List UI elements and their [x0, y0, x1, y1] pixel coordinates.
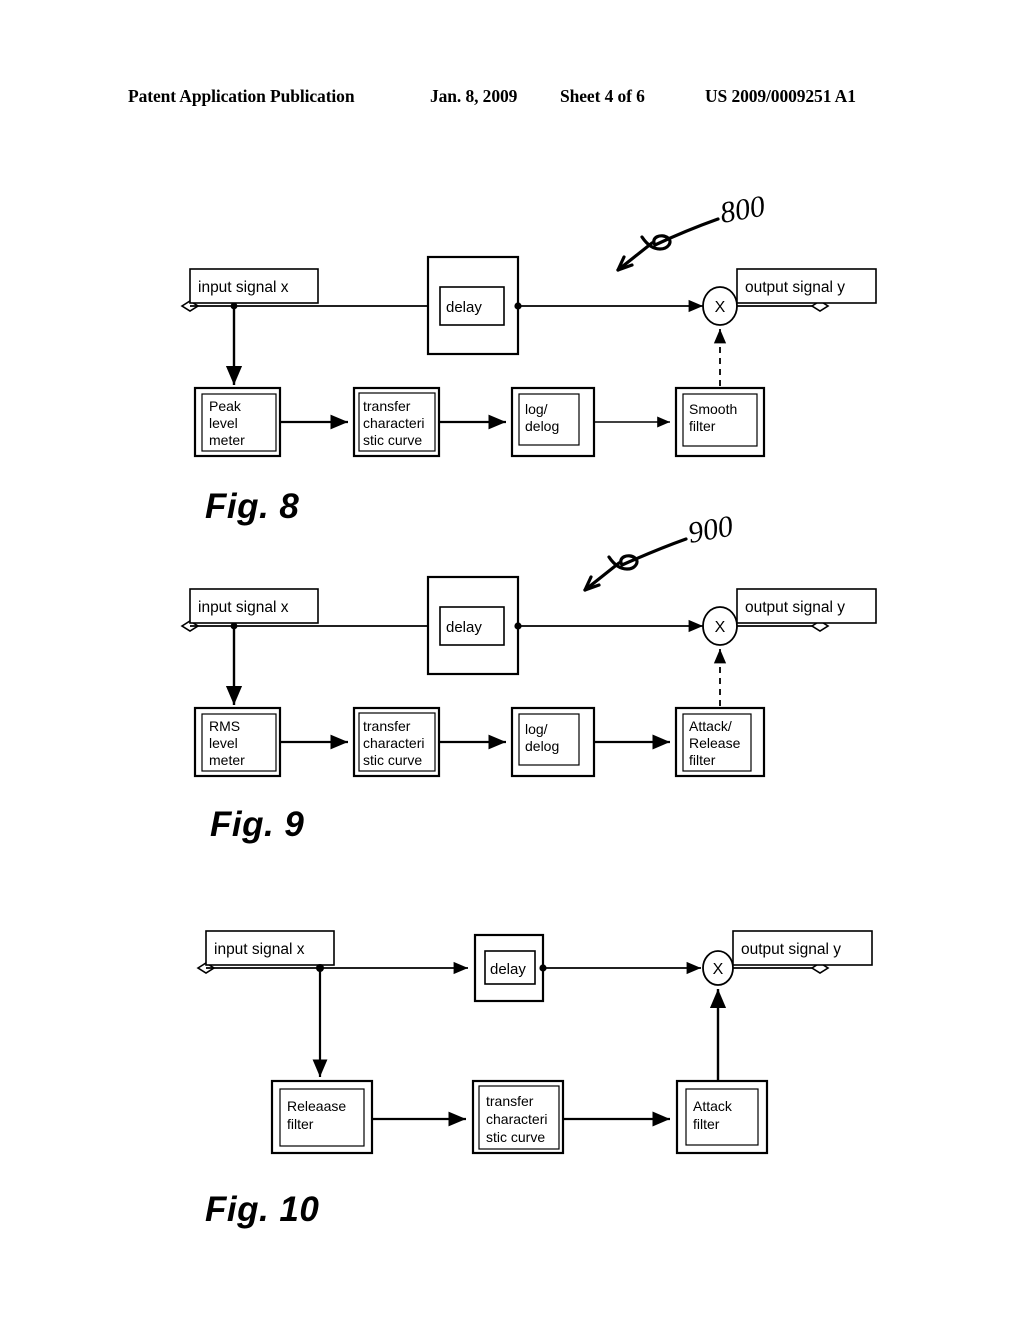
input-signal-label: input signal x: [214, 941, 305, 958]
sidechain-block-2-line2: characteri: [486, 1111, 547, 1127]
header-publication: Patent Application Publication: [128, 86, 355, 106]
sidechain-block-4-line2: Release: [689, 735, 741, 751]
figure-10: input signal x delay X output signal y R…: [0, 915, 1024, 1175]
sidechain-block-2-line3: stic curve: [486, 1129, 545, 1145]
page-header: Patent Application Publication Jan. 8, 2…: [0, 86, 1024, 112]
sidechain-block-3-line1: log/: [525, 401, 548, 417]
output-signal-label: output signal y: [745, 599, 845, 616]
sidechain-block-3-line1: Attack: [693, 1098, 733, 1114]
sidechain-block-1-line3: meter: [209, 432, 245, 448]
sidechain-block-3-line1: log/: [525, 721, 548, 737]
sidechain-block-3-line2: filter: [693, 1116, 720, 1132]
sidechain-block-4-line3: filter: [689, 752, 716, 768]
figure-9-caption: Fig. 9: [210, 805, 305, 844]
sidechain-block-2-line1: transfer: [486, 1093, 534, 1109]
sidechain-block-1-line3: meter: [209, 752, 245, 768]
delay-label: delay: [446, 299, 482, 316]
header-patent-number: US 2009/0009251 A1: [705, 86, 856, 106]
sidechain-block-2-line1: transfer: [363, 398, 411, 414]
reference-numeral-900: 900: [583, 510, 736, 592]
delay-output-node: [514, 622, 522, 630]
input-signal-label: input signal x: [198, 599, 289, 616]
output-signal-label: output signal y: [741, 941, 841, 958]
multiplier-label: X: [715, 299, 726, 316]
sidechain-block-3-line2: delog: [525, 738, 559, 754]
reference-numeral-800: 800: [616, 190, 768, 272]
output-signal-label: output signal y: [745, 279, 845, 296]
header-date: Jan. 8, 2009: [430, 86, 518, 106]
multiplier-label: X: [713, 961, 724, 978]
delay-label: delay: [446, 619, 482, 636]
delay-output-node: [514, 302, 522, 310]
delay-label: delay: [490, 961, 526, 978]
sidechain-block-1-line1: Releaase: [287, 1098, 346, 1114]
sidechain-block-1-line1: RMS: [209, 718, 240, 734]
figure-8: 800 input signal x delay X output signal…: [0, 175, 1024, 475]
sidechain-block-3-line2: delog: [525, 418, 559, 434]
sidechain-block-4-line1: Attack/: [689, 718, 732, 734]
sidechain-block-2-line1: transfer: [363, 718, 411, 734]
delay-output-node: [539, 964, 547, 972]
sidechain-block-2-line3: stic curve: [363, 752, 422, 768]
input-signal-label: input signal x: [198, 279, 289, 296]
header-sheet-number: Sheet 4 of 6: [560, 86, 645, 106]
figure-8-canvas: 800 input signal x delay X output signal…: [180, 190, 877, 458]
sidechain-block-1-line2: level: [209, 415, 238, 431]
figure-9: 900 input signal x delay X output signal…: [0, 495, 1024, 795]
sidechain-block-2-line2: characteri: [363, 735, 424, 751]
figure-9-canvas: 900 input signal x delay X output signal…: [180, 510, 877, 778]
sidechain-block-1-line2: level: [209, 735, 238, 751]
multiplier-label: X: [715, 619, 726, 636]
sidechain-block-4-line2: filter: [689, 418, 716, 434]
sidechain-block-2-line3: stic curve: [363, 432, 422, 448]
sidechain-block-4-line1: Smooth: [689, 401, 737, 417]
sidechain-block-1-line1: Peak: [209, 398, 242, 414]
figure-10-caption: Fig. 10: [205, 1190, 320, 1229]
figure-10-canvas: input signal x delay X output signal y R…: [196, 930, 873, 1155]
reference-numeral-800-text: 800: [717, 190, 767, 230]
sidechain-block-2-line2: characteri: [363, 415, 424, 431]
reference-numeral-900-text: 900: [685, 510, 735, 550]
sidechain-block-1-line2: filter: [287, 1116, 314, 1132]
